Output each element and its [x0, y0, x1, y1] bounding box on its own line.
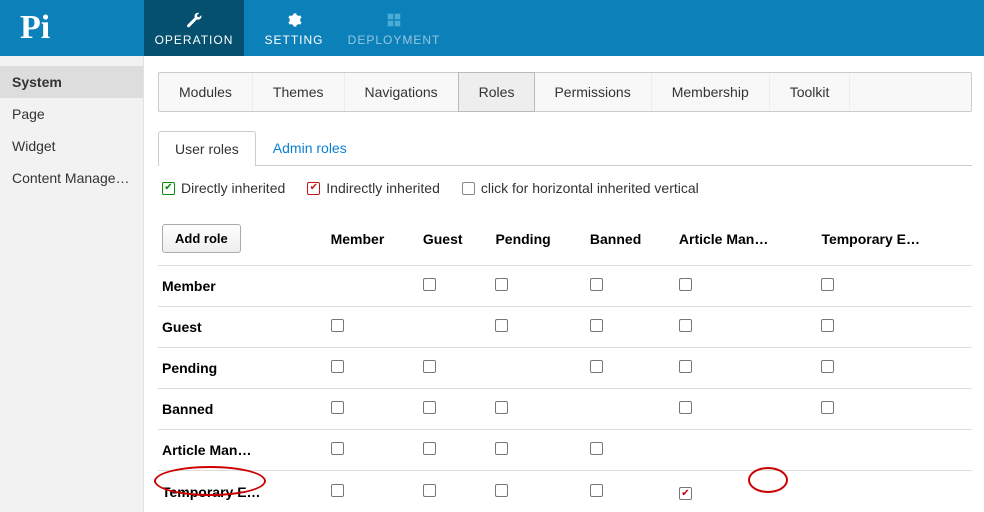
- tab-permissions[interactable]: Permissions: [534, 73, 651, 111]
- col-header: Article Man…: [675, 212, 818, 266]
- inherit-checkbox[interactable]: [821, 278, 834, 291]
- inherit-checkbox[interactable]: [423, 442, 436, 455]
- legend-indirect-icon: [307, 182, 320, 195]
- inherit-checkbox[interactable]: [331, 484, 344, 497]
- tab-toolkit[interactable]: Toolkit: [770, 73, 851, 111]
- inherit-checkbox[interactable]: [423, 360, 436, 373]
- gear-icon: [286, 10, 302, 30]
- row-label: Member: [158, 266, 327, 307]
- tabbar: ModulesThemesNavigationsRolesPermissions…: [158, 72, 972, 112]
- row-label: Article Man…: [158, 430, 327, 471]
- tab-modules[interactable]: Modules: [159, 73, 253, 111]
- table-row: Member: [158, 266, 972, 307]
- sidebar-item-system[interactable]: System: [0, 66, 143, 98]
- inherit-checkbox[interactable]: [590, 360, 603, 373]
- topnav-label: DEPLOYMENT: [348, 33, 441, 47]
- tab-themes[interactable]: Themes: [253, 73, 345, 111]
- tab-navigations[interactable]: Navigations: [345, 73, 459, 111]
- table-row: Article Man…: [158, 430, 972, 471]
- topnav-deployment[interactable]: DEPLOYMENT: [344, 0, 444, 56]
- subtabs: User rolesAdmin roles: [158, 130, 972, 166]
- inherit-checkbox[interactable]: [331, 401, 344, 414]
- inherit-checkbox[interactable]: [679, 487, 692, 500]
- add-role-button[interactable]: Add role: [162, 224, 241, 253]
- row-label: Pending: [158, 348, 327, 389]
- wrench-icon: [185, 10, 203, 30]
- topnav-label: SETTING: [264, 33, 323, 47]
- inherit-checkbox[interactable]: [590, 278, 603, 291]
- grid-icon: [387, 10, 401, 30]
- topnav-setting[interactable]: SETTING: [244, 0, 344, 56]
- inherit-checkbox[interactable]: [495, 278, 508, 291]
- inherit-checkbox[interactable]: [331, 319, 344, 332]
- col-header: Temporary E…: [817, 212, 972, 266]
- col-header: Pending: [491, 212, 585, 266]
- inherit-checkbox[interactable]: [495, 484, 508, 497]
- legend-indirect-label: Indirectly inherited: [326, 180, 440, 196]
- row-label: Guest: [158, 307, 327, 348]
- inherit-checkbox[interactable]: [821, 360, 834, 373]
- inherit-checkbox[interactable]: [423, 401, 436, 414]
- main-content: ModulesThemesNavigationsRolesPermissions…: [144, 56, 984, 512]
- inherit-checkbox[interactable]: [821, 401, 834, 414]
- inherit-checkbox[interactable]: [495, 401, 508, 414]
- inherit-checkbox[interactable]: [679, 360, 692, 373]
- col-header: Guest: [419, 212, 492, 266]
- roles-table: Add roleMemberGuestPendingBannedArticle …: [158, 212, 972, 512]
- inherit-checkbox[interactable]: [495, 442, 508, 455]
- inherit-checkbox[interactable]: [590, 319, 603, 332]
- legend-click-icon: [462, 182, 475, 195]
- row-label: Banned: [158, 389, 327, 430]
- inherit-checkbox[interactable]: [423, 484, 436, 497]
- inherit-checkbox[interactable]: [590, 442, 603, 455]
- legend: Directly inherited Indirectly inherited …: [162, 180, 972, 196]
- inherit-checkbox[interactable]: [331, 442, 344, 455]
- logo: Pi: [0, 0, 144, 56]
- topnav-label: OPERATION: [155, 33, 234, 47]
- row-label: Temporary E…: [158, 471, 327, 512]
- col-header: Member: [327, 212, 419, 266]
- sidebar-item-page[interactable]: Page: [0, 98, 143, 130]
- subtab-admin-roles[interactable]: Admin roles: [256, 130, 364, 165]
- sidebar-item-widget[interactable]: Widget: [0, 130, 143, 162]
- tab-membership[interactable]: Membership: [652, 73, 770, 111]
- table-row: Temporary E…: [158, 471, 972, 512]
- subtab-user-roles[interactable]: User roles: [158, 131, 256, 166]
- table-row: Pending: [158, 348, 972, 389]
- legend-direct-icon: [162, 182, 175, 195]
- topnav-operation[interactable]: OPERATION: [144, 0, 244, 56]
- inherit-checkbox[interactable]: [423, 278, 436, 291]
- table-row: Banned: [158, 389, 972, 430]
- legend-direct-label: Directly inherited: [181, 180, 285, 196]
- topbar: Pi OPERATION SETTING DEPLOYMENT: [0, 0, 984, 56]
- inherit-checkbox[interactable]: [590, 484, 603, 497]
- inherit-checkbox[interactable]: [821, 319, 834, 332]
- sidebar: SystemPageWidgetContent Manage…: [0, 56, 144, 512]
- tab-roles[interactable]: Roles: [458, 72, 536, 112]
- inherit-checkbox[interactable]: [679, 319, 692, 332]
- inherit-checkbox[interactable]: [679, 278, 692, 291]
- sidebar-item-content-manage-[interactable]: Content Manage…: [0, 162, 143, 194]
- col-header: Banned: [586, 212, 675, 266]
- inherit-checkbox[interactable]: [331, 360, 344, 373]
- inherit-checkbox[interactable]: [679, 401, 692, 414]
- topnav: OPERATION SETTING DEPLOYMENT: [144, 0, 444, 56]
- legend-click-label: click for horizontal inherited vertical: [481, 180, 699, 196]
- table-row: Guest: [158, 307, 972, 348]
- inherit-checkbox[interactable]: [495, 319, 508, 332]
